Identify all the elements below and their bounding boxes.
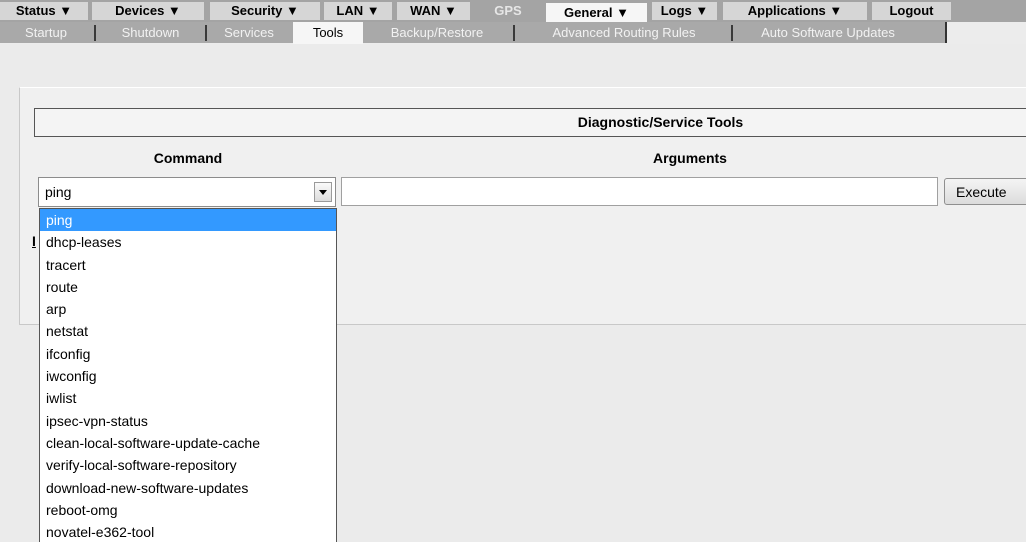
subnav-backup-restore[interactable]: Backup/Restore <box>367 23 507 42</box>
dropdown-option-iwconfig[interactable]: iwconfig <box>40 365 336 387</box>
nav-security[interactable]: Security ▼ <box>210 2 320 20</box>
dropdown-option-dhcp-leases[interactable]: dhcp-leases <box>40 231 336 253</box>
nav-applications[interactable]: Applications ▼ <box>723 2 867 20</box>
top-nav-bar: Status ▼ Devices ▼ Security ▼ LAN ▼ WAN … <box>0 0 1026 22</box>
subnav-advanced-routing-rules[interactable]: Advanced Routing Rules <box>519 23 729 42</box>
nav-general[interactable]: General ▼ <box>546 3 647 22</box>
chevron-down-icon[interactable] <box>314 182 332 202</box>
subnav-startup[interactable]: Startup <box>0 23 92 42</box>
sub-nav-bar: Startup Shutdown Services Tools Backup/R… <box>0 22 1026 44</box>
subnav-shutdown[interactable]: Shutdown <box>98 23 203 42</box>
nav-logs[interactable]: Logs ▼ <box>652 2 717 20</box>
dropdown-option-reboot-omg[interactable]: reboot-omg <box>40 499 336 521</box>
nav-status[interactable]: Status ▼ <box>0 2 88 20</box>
subnav-separator <box>205 25 207 41</box>
dropdown-option-netstat[interactable]: netstat <box>40 320 336 342</box>
nav-gps[interactable]: GPS <box>475 2 541 20</box>
section-title: Diagnostic/Service Tools <box>34 108 1026 137</box>
command-dropdown-list[interactable]: ping dhcp-leases tracert route arp netst… <box>39 208 337 542</box>
command-select[interactable]: ping <box>38 177 336 207</box>
nav-devices[interactable]: Devices ▼ <box>92 2 204 20</box>
dropdown-option-ping[interactable]: ping <box>40 209 336 232</box>
execute-button[interactable]: Execute <box>944 178 1026 205</box>
dropdown-option-ifconfig[interactable]: ifconfig <box>40 343 336 365</box>
command-column-header: Command <box>153 150 223 166</box>
dropdown-option-verify-local-software-repository[interactable]: verify-local-software-repository <box>40 454 336 476</box>
dropdown-option-ipsec-vpn-status[interactable]: ipsec-vpn-status <box>40 410 336 432</box>
dropdown-option-arp[interactable]: arp <box>40 298 336 320</box>
arguments-input[interactable] <box>341 177 938 206</box>
subnav-separator <box>731 25 733 41</box>
obscured-link-fragment: I <box>32 233 36 248</box>
dropdown-option-iwlist[interactable]: iwlist <box>40 387 336 409</box>
dropdown-option-download-new-software-updates[interactable]: download-new-software-updates <box>40 477 336 499</box>
dropdown-option-clean-local-software-update-cache[interactable]: clean-local-software-update-cache <box>40 432 336 454</box>
subnav-separator <box>94 25 96 41</box>
dropdown-option-route[interactable]: route <box>40 276 336 298</box>
subnav-separator <box>513 25 515 41</box>
dropdown-option-tracert[interactable]: tracert <box>40 254 336 276</box>
subnav-tools[interactable]: Tools <box>293 22 363 44</box>
nav-lan[interactable]: LAN ▼ <box>324 2 392 20</box>
nav-wan[interactable]: WAN ▼ <box>397 2 470 20</box>
command-select-value: ping <box>45 184 72 200</box>
dropdown-option-novatel-e362-tool[interactable]: novatel-e362-tool <box>40 521 336 542</box>
subnav-auto-software-updates[interactable]: Auto Software Updates <box>736 23 920 42</box>
arguments-column-header: Arguments <box>653 150 727 166</box>
subnav-services[interactable]: Services <box>209 23 289 42</box>
nav-logout[interactable]: Logout <box>872 2 951 20</box>
